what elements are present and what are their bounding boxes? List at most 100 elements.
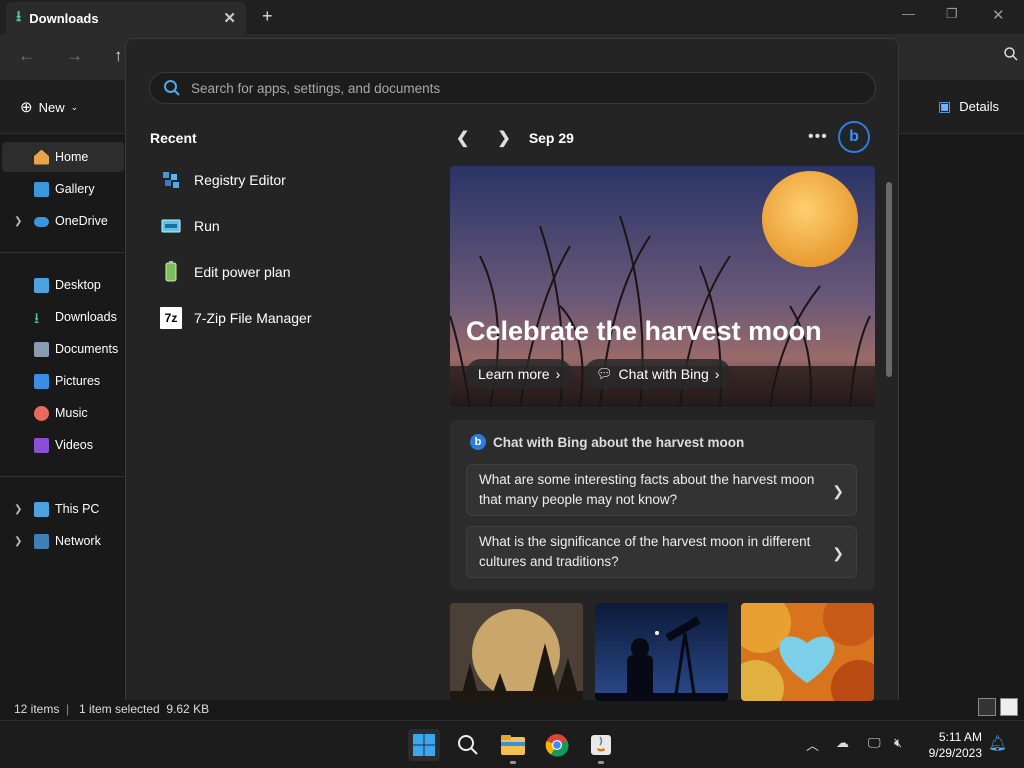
sidebar-item-network[interactable]: ❯ Network bbox=[2, 526, 124, 556]
onedrive-tray-icon[interactable]: ☁ bbox=[836, 735, 849, 751]
scrollbar-thumb[interactable] bbox=[886, 182, 892, 377]
stargazer-thumbnail[interactable] bbox=[595, 603, 728, 701]
divider bbox=[0, 476, 124, 477]
sidebar-item-downloads[interactable]: ⭳ Downloads bbox=[2, 302, 124, 332]
recent-item-7zip[interactable]: 7z 7-Zip File Manager bbox=[160, 303, 312, 333]
music-icon bbox=[34, 405, 49, 421]
sidebar-item-music[interactable]: Music bbox=[2, 398, 124, 428]
taskbar: ︿ ☁ 🖵︎ 🔇︎ 5:11 AM 9/29/2023 🔔︎ bbox=[0, 720, 1024, 768]
chat-bubble-icon: 💬︎ bbox=[596, 366, 613, 381]
start-scrollbar[interactable] bbox=[884, 172, 894, 701]
selection-info: 1 item selected 9.62 KB bbox=[79, 702, 210, 716]
chevron-right-icon[interactable]: ❯ bbox=[14, 504, 22, 515]
sidebar-item-documents[interactable]: Documents bbox=[2, 334, 124, 364]
download-icon: ⭳ bbox=[34, 310, 40, 327]
close-window-button[interactable]: ✕ bbox=[992, 6, 1005, 24]
notification-bell-icon[interactable]: 🔔︎ bbox=[988, 734, 1007, 752]
start-search-box[interactable] bbox=[149, 72, 876, 104]
chevron-right-icon[interactable]: ❯ bbox=[14, 536, 22, 547]
computer-icon bbox=[34, 501, 49, 517]
chevron-right-icon[interactable]: ❯ bbox=[497, 128, 510, 148]
show-hidden-icons-button[interactable]: ︿ bbox=[806, 735, 819, 754]
search-input[interactable] bbox=[191, 80, 831, 96]
file-explorer-taskbar-button[interactable] bbox=[497, 729, 529, 764]
sidebar-label: This PC bbox=[55, 502, 100, 516]
sidebar-item-gallery[interactable]: Gallery bbox=[2, 174, 124, 204]
documents-icon bbox=[34, 341, 49, 357]
running-indicator bbox=[598, 761, 604, 764]
tab-downloads[interactable]: ⭳ Downloads ✕ bbox=[6, 2, 246, 34]
minimize-button[interactable]: — bbox=[902, 6, 915, 21]
current-date: Sep 29 bbox=[528, 130, 574, 146]
taskbar-search-button[interactable] bbox=[452, 729, 484, 761]
chrome-taskbar-button[interactable] bbox=[541, 729, 573, 761]
new-button[interactable]: ⊕ New ⌄ bbox=[20, 98, 78, 116]
start-button[interactable] bbox=[408, 729, 440, 761]
sidebar-item-this-pc[interactable]: ❯ This PC bbox=[2, 494, 124, 524]
chat-question[interactable]: What are some interesting facts about th… bbox=[466, 464, 857, 516]
status-separator: | bbox=[66, 702, 70, 716]
java-taskbar-button[interactable] bbox=[585, 729, 617, 764]
chevron-right-icon[interactable]: ❯ bbox=[14, 216, 22, 227]
network-tray-icon[interactable]: 🖵︎ bbox=[868, 735, 881, 751]
status-bar: 12 items | 1 item selected 9.62 KB bbox=[0, 698, 1024, 720]
videos-icon bbox=[34, 437, 49, 453]
chrome-icon bbox=[545, 734, 569, 757]
home-icon bbox=[34, 149, 49, 165]
autumn-heart-thumbnail[interactable] bbox=[741, 603, 874, 701]
download-icon: ⭳ bbox=[16, 7, 22, 25]
chevron-left-icon[interactable]: ❮ bbox=[456, 128, 469, 148]
pictures-icon bbox=[34, 373, 49, 389]
volume-muted-icon[interactable]: 🔇︎ bbox=[894, 735, 902, 751]
recent-item-registry-editor[interactable]: Registry Editor bbox=[160, 165, 286, 195]
sidebar-item-desktop[interactable]: Desktop bbox=[2, 270, 124, 300]
sidebar-item-pictures[interactable]: Pictures bbox=[2, 366, 124, 396]
back-button[interactable]: ← bbox=[18, 46, 35, 66]
chevron-right-icon: › bbox=[555, 366, 561, 382]
details-pane-icon: ▣ bbox=[938, 98, 952, 114]
details-button[interactable]: ▣ Details bbox=[938, 98, 999, 115]
sidebar-item-onedrive[interactable]: ❯ OneDrive bbox=[2, 206, 124, 236]
chat-question[interactable]: What is the significance of the harvest … bbox=[466, 526, 857, 578]
recent-item-edit-power-plan[interactable]: Edit power plan bbox=[160, 257, 291, 287]
details-view-icon[interactable] bbox=[978, 698, 996, 716]
hero-title: Celebrate the harvest moon bbox=[466, 316, 822, 346]
search-icon[interactable] bbox=[1004, 47, 1018, 64]
recent-heading: Recent bbox=[150, 130, 197, 146]
moon-trees-thumbnail[interactable] bbox=[450, 603, 583, 701]
folder-icon bbox=[501, 735, 525, 755]
navigation-pane: Home Gallery ❯ OneDrive Desktop ⭳ Downlo… bbox=[0, 140, 124, 700]
forward-button[interactable]: → bbox=[66, 46, 83, 66]
bing-icon[interactable]: b bbox=[838, 121, 870, 153]
sidebar-label: Gallery bbox=[55, 182, 95, 196]
recent-item-run[interactable]: Run bbox=[160, 211, 220, 241]
sidebar-item-home[interactable]: Home bbox=[2, 142, 124, 172]
chevron-right-icon: › bbox=[714, 366, 720, 382]
sidebar-item-videos[interactable]: Videos bbox=[2, 430, 124, 460]
sidebar-label: Downloads bbox=[55, 310, 117, 324]
bing-icon: b bbox=[470, 434, 486, 450]
chat-card-header: b Chat with Bing about the harvest moon bbox=[470, 434, 744, 450]
date-navigator: ❮ ❯ Sep 29 bbox=[456, 127, 574, 149]
up-button[interactable]: ↑ bbox=[114, 46, 123, 66]
recent-item-label: 7-Zip File Manager bbox=[194, 310, 312, 326]
chevron-right-icon: ❯ bbox=[832, 483, 844, 499]
sidebar-label: Videos bbox=[55, 438, 93, 452]
harvest-moon-hero-card[interactable]: Celebrate the harvest moon Learn more › … bbox=[450, 166, 875, 407]
learn-more-button[interactable]: Learn more › bbox=[466, 359, 573, 389]
java-icon bbox=[591, 735, 611, 755]
sidebar-label: Desktop bbox=[55, 278, 101, 292]
plus-circle-icon: ⊕ bbox=[20, 99, 33, 116]
chat-with-bing-button[interactable]: 💬︎ Chat with Bing › bbox=[584, 359, 732, 389]
search-icon bbox=[164, 80, 180, 96]
network-icon bbox=[34, 533, 49, 549]
search-icon bbox=[458, 735, 478, 755]
more-options-icon[interactable]: ••• bbox=[808, 128, 828, 146]
maximize-button[interactable]: ❐ bbox=[946, 6, 958, 22]
tiles-view-icon[interactable] bbox=[1000, 698, 1018, 716]
close-tab-icon[interactable]: ✕ bbox=[223, 9, 236, 27]
sidebar-label: Music bbox=[55, 406, 88, 420]
system-clock[interactable]: 5:11 AM 9/29/2023 bbox=[922, 729, 982, 761]
windows-logo-icon bbox=[413, 734, 435, 756]
new-tab-button[interactable]: + bbox=[262, 6, 273, 27]
